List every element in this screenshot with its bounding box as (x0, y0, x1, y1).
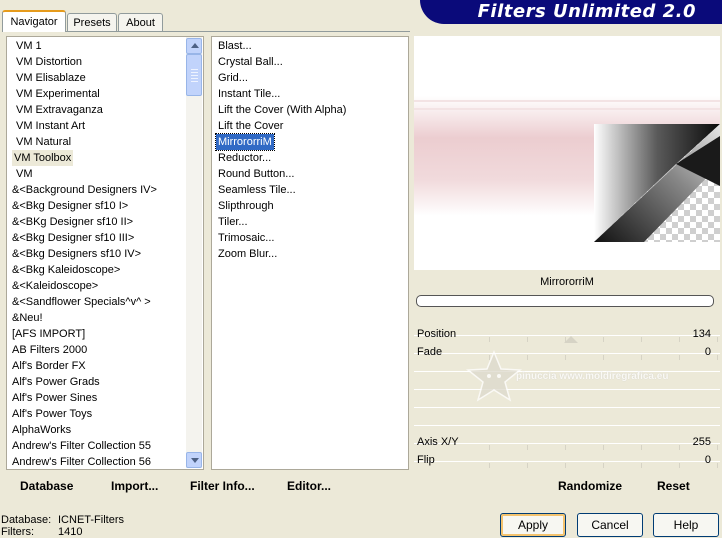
category-item[interactable]: Alf's Power Grads (12, 374, 100, 390)
category-item[interactable]: VM Toolbox (12, 150, 74, 166)
status-filters-label: Filters: (1, 526, 34, 538)
arrow-up-icon (191, 43, 199, 48)
category-item[interactable]: &<Bkg Designers sf10 IV> (12, 246, 141, 262)
position-slider[interactable]: Position 134 (414, 326, 720, 344)
banner-title: Filters Unlimited 2.0 (477, 1, 696, 22)
category-item[interactable]: VM Natural (16, 134, 71, 150)
preview-image (414, 96, 720, 242)
position-label: Position (417, 328, 457, 340)
axis-xy-slider[interactable]: Axis X/Y 255 (414, 434, 720, 452)
category-scrollbar[interactable] (186, 37, 202, 468)
status-filters-value: 1410 (58, 526, 83, 538)
tab-navigator[interactable]: Navigator (2, 10, 66, 32)
category-item[interactable]: Andrew's Filter Collection 55 (12, 438, 151, 454)
filter-item[interactable]: Lift the Cover (216, 118, 285, 134)
filter-item[interactable]: MirrororriM (215, 133, 275, 151)
filter-item[interactable]: Tiler... (216, 214, 250, 230)
scroll-thumb[interactable] (186, 54, 202, 96)
category-item[interactable]: Alf's Border FX (12, 358, 86, 374)
category-item[interactable]: AB Filters 2000 (12, 342, 87, 358)
apply-button[interactable]: Apply (500, 513, 566, 537)
slider-thumb[interactable] (564, 336, 578, 343)
category-item[interactable]: Alf's Power Toys (12, 406, 92, 422)
flip-slider[interactable]: Flip 0 (414, 452, 720, 470)
category-item[interactable]: Alf's Power Sines (12, 390, 97, 406)
filter-item[interactable]: Grid... (216, 70, 250, 86)
fade-value: 0 (704, 346, 711, 358)
filter-item[interactable]: Seamless Tile... (216, 182, 298, 198)
filter-item[interactable]: Blast... (216, 38, 254, 54)
watermark: pinuccia www.moldiregrafica.eu (464, 350, 684, 402)
help-button[interactable]: Help (653, 513, 719, 537)
axis-xy-value: 255 (692, 436, 711, 448)
filter-item[interactable]: Slipthrough (216, 198, 276, 214)
import-button[interactable]: Import... (111, 479, 158, 493)
scroll-up-button[interactable] (186, 38, 202, 54)
filter-item[interactable]: Zoom Blur... (216, 246, 279, 262)
category-item[interactable]: VM Experimental (16, 86, 100, 102)
flip-label: Flip (417, 454, 435, 466)
category-item[interactable]: VM Instant Art (16, 118, 85, 134)
sliders-area: Position 134 Fade 0 pinuccia www.moldire… (414, 326, 720, 468)
category-item[interactable]: &<Kaleidoscope> (12, 278, 98, 294)
category-item[interactable]: &<Background Designers IV> (12, 182, 157, 198)
cancel-button[interactable]: Cancel (577, 513, 643, 537)
category-item[interactable]: AlphaWorks (12, 422, 71, 438)
database-button[interactable]: Database (20, 479, 73, 493)
category-item[interactable]: &<BKg Designer sf10 II> (12, 214, 133, 230)
filter-name-label: MirrororriM (540, 276, 594, 288)
progress-bar (416, 295, 714, 307)
category-item[interactable]: VM Elisablaze (16, 70, 86, 86)
filter-item[interactable]: Reductor... (216, 150, 273, 166)
category-item[interactable]: &<Bkg Kaleidoscope> (12, 262, 120, 278)
title-banner: Filters Unlimited 2.0 (420, 0, 722, 24)
status-database-label: Database: (1, 514, 52, 526)
category-item[interactable]: VM (16, 166, 33, 182)
category-item[interactable]: Andrew's Filter Collection 56 (12, 454, 151, 469)
filter-item[interactable]: Instant Tile... (216, 86, 282, 102)
filter-item[interactable]: Trimosaic... (216, 230, 276, 246)
preview-area (414, 36, 720, 270)
tab-presets[interactable]: Presets (67, 13, 117, 31)
scroll-down-button[interactable] (186, 452, 202, 468)
arrow-down-icon (191, 458, 199, 463)
category-item[interactable]: VM 1 (16, 38, 42, 54)
category-item[interactable]: &<Sandflower Specials^v^ > (12, 294, 151, 310)
category-item[interactable]: &<Bkg Designer sf10 III> (12, 230, 134, 246)
filter-item[interactable]: Round Button... (216, 166, 296, 182)
category-item[interactable]: &Neu! (12, 310, 43, 326)
reset-button[interactable]: Reset (657, 479, 690, 493)
filter-info-button[interactable]: Filter Info... (190, 479, 255, 493)
category-item[interactable]: VM Extravaganza (16, 102, 103, 118)
category-list[interactable]: VM 1 VM Distortion VM Elisablaze VM Experim… (6, 36, 204, 470)
filter-item[interactable]: Crystal Ball... (216, 54, 285, 70)
randomize-button[interactable]: Randomize (558, 479, 622, 493)
editor-button[interactable]: Editor... (287, 479, 331, 493)
watermark-text: pinuccia www.moldiregrafica.eu (516, 371, 669, 382)
tab-about[interactable]: About (118, 13, 163, 31)
filter-item[interactable]: Lift the Cover (With Alpha) (216, 102, 348, 118)
axis-xy-label: Axis X/Y (417, 436, 459, 448)
position-value: 134 (692, 328, 711, 340)
flip-value: 0 (704, 454, 711, 466)
category-item[interactable]: [AFS IMPORT] (12, 326, 85, 342)
filter-list[interactable]: Blast... Crystal Ball... Grid... Instant Ti… (211, 36, 409, 470)
preview-pane: MirrororriM Position 134 Fade 0 pinuccia… (414, 36, 720, 498)
star-icon (465, 350, 523, 402)
status-database-value: ICNET-Filters (58, 514, 124, 526)
category-item[interactable]: VM Distortion (16, 54, 82, 70)
fade-label: Fade (417, 346, 443, 358)
category-item[interactable]: &<Bkg Designer sf10 I> (12, 198, 128, 214)
